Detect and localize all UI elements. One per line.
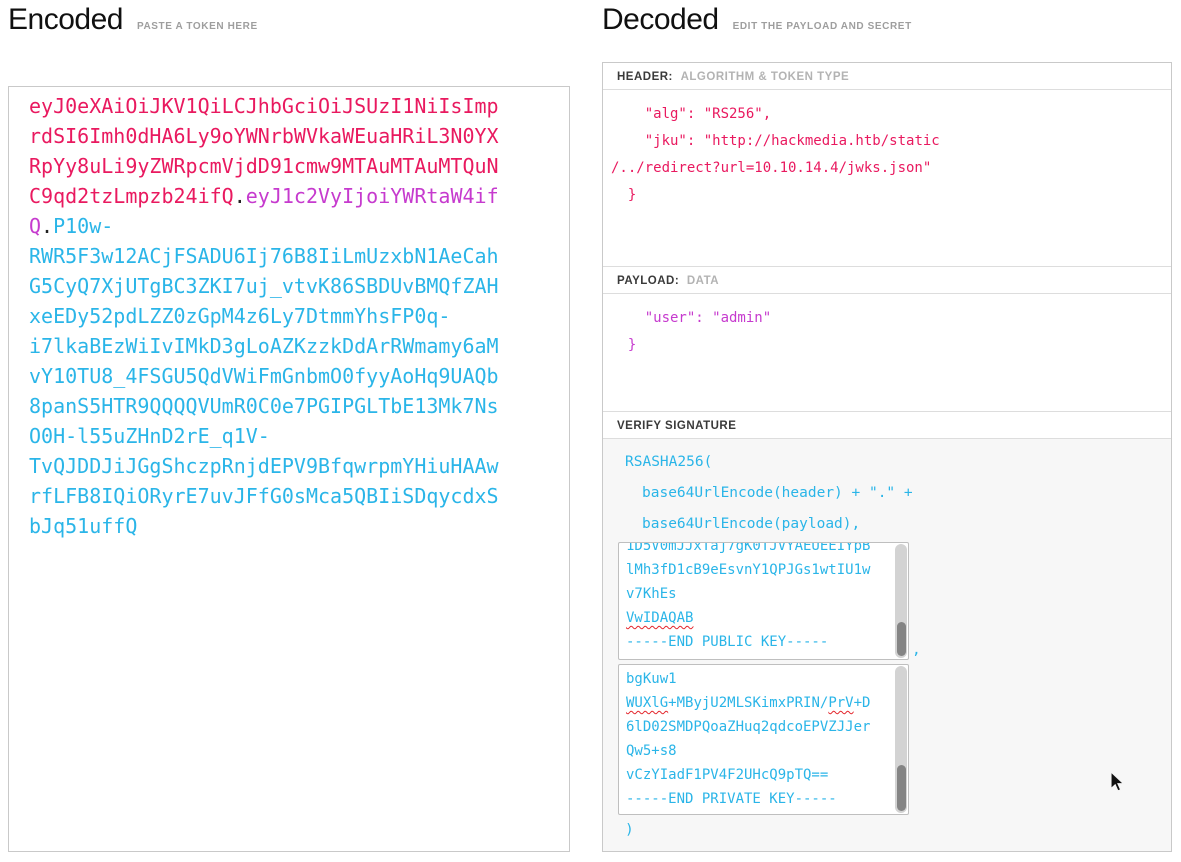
header-json-editor[interactable]: "alg": "RS256", "jku": "http://hackmedia… <box>603 90 1171 266</box>
decoded-subtitle: EDIT THE PAYLOAD AND SECRET <box>733 21 912 32</box>
token-separator: . <box>41 214 53 238</box>
verify-code-close: ) <box>625 815 1171 846</box>
mouse-cursor-icon <box>1110 771 1126 793</box>
scrollbar-track <box>895 666 907 813</box>
scrollbar-track <box>895 544 907 658</box>
token-separator: . <box>234 184 246 208</box>
payload-section-title: PAYLOAD: DATA <box>603 267 1171 294</box>
encoded-token-editor[interactable]: eyJ0eXAiOiJKV1QiLCJhbGciOiJSUzI1NiIsImpr… <box>8 86 570 852</box>
payload-json-text[interactable]: "user": "admin" } <box>603 294 1171 359</box>
payload-label: PAYLOAD: <box>617 275 679 287</box>
encoded-subtitle: PASTE A TOKEN HERE <box>137 21 258 32</box>
header-json-text[interactable]: "alg": "RS256", "jku": "http://hackmedia… <box>603 90 1171 209</box>
public-key-text: 1D5V0mJJxTaj7gK0TJVYAEUEEIYpBlMh3fD1cB9e… <box>619 542 908 658</box>
decoded-panel: HEADER: ALGORITHM & TOKEN TYPE "alg": "R… <box>602 62 1172 852</box>
verify-comma: , <box>912 641 921 659</box>
verify-code-line: base64UrlEncode(header) + "." + <box>642 478 1171 509</box>
header-label: HEADER: <box>617 71 673 83</box>
encoded-title: Encoded <box>8 0 123 40</box>
verify-section-title: VERIFY SIGNATURE <box>603 412 1171 439</box>
scrollbar-thumb[interactable] <box>897 765 906 811</box>
verify-label: VERIFY SIGNATURE <box>617 420 736 432</box>
verify-code-line: RSASHA256( <box>625 447 1171 478</box>
decoded-title: Decoded <box>602 0 719 40</box>
verify-signature-content: RSASHA256( base64UrlEncode(header) + "."… <box>603 439 1171 851</box>
payload-sublabel: DATA <box>687 275 719 287</box>
header-section-title: HEADER: ALGORITHM & TOKEN TYPE <box>603 63 1171 90</box>
header-sublabel: ALGORITHM & TOKEN TYPE <box>681 71 850 83</box>
verify-code-line: base64UrlEncode(payload), <box>642 509 1171 540</box>
payload-json-editor[interactable]: "user": "admin" } <box>603 294 1171 411</box>
public-key-textarea[interactable]: 1D5V0mJJxTaj7gK0TJVYAEUEEIYpBlMh3fD1cB9e… <box>618 542 909 660</box>
token-signature-segment: P10w-RWR5F3w12ACjFSADU6Ij76B8IiLmUzxbN1A… <box>29 214 499 538</box>
private-key-textarea[interactable]: bgKuw1WUXlG+MByjU2MLSKimxPRIN/PrV+D6lD02… <box>618 664 909 815</box>
verify-signature-section: VERIFY SIGNATURE RSASHA256( base64UrlEnc… <box>603 412 1171 851</box>
payload-section: PAYLOAD: DATA "user": "admin" } <box>603 267 1171 412</box>
scrollbar-thumb[interactable] <box>897 622 906 656</box>
decoded-title-row: Decoded EDIT THE PAYLOAD AND SECRET <box>602 0 912 40</box>
jwt-token-text[interactable]: eyJ0eXAiOiJKV1QiLCJhbGciOiJSUzI1NiIsImpr… <box>9 87 503 541</box>
header-section: HEADER: ALGORITHM & TOKEN TYPE "alg": "R… <box>603 63 1171 267</box>
encoded-title-row: Encoded PASTE A TOKEN HERE <box>8 0 258 40</box>
private-key-text: bgKuw1WUXlG+MByjU2MLSKimxPRIN/PrV+D6lD02… <box>619 665 908 815</box>
